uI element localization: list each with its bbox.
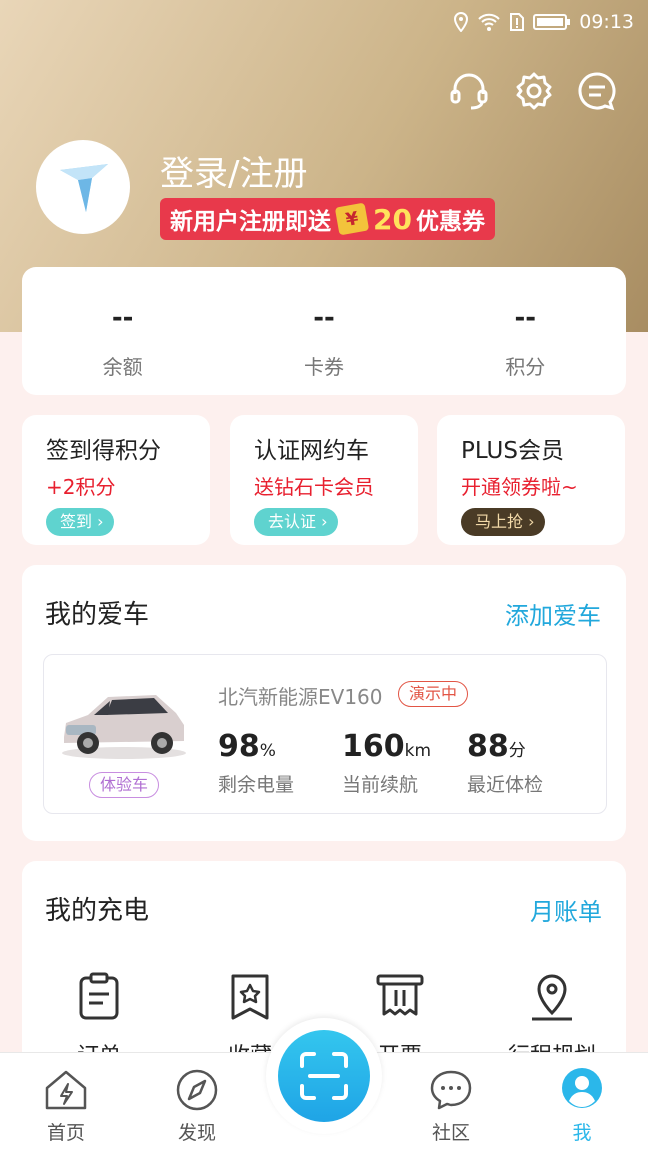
customer-service-icon[interactable] — [448, 70, 490, 112]
compass-icon — [176, 1069, 218, 1111]
user-icon — [562, 1068, 602, 1108]
promo-card-subtitle: 送钻石卡会员 — [254, 475, 374, 499]
car-stat-value: 98 — [218, 729, 260, 764]
demo-status-badge: 演示中 — [398, 681, 469, 707]
scan-icon — [300, 1052, 348, 1100]
chevron-right-icon: › — [321, 512, 328, 531]
car-model-name: 北汽新能源EV160 — [218, 685, 383, 709]
car-stat-unit: 分 — [508, 741, 526, 761]
tab-home[interactable]: 首页 — [21, 1068, 111, 1145]
scan-circle — [278, 1030, 370, 1122]
settings-gear-icon[interactable] — [513, 70, 555, 112]
stat-label: 卡券 — [303, 355, 344, 379]
tab-label: 社区 — [431, 1122, 470, 1144]
stat-label: 积分 — [505, 355, 546, 379]
coupon-icon: ¥ — [334, 202, 370, 236]
wifi-icon — [478, 13, 500, 31]
button-label: 去认证 — [268, 512, 317, 531]
my-car-title: 我的爱车 — [45, 600, 150, 630]
car-stat-range: 160km 当前续航 — [342, 729, 431, 797]
car-stat-unit: % — [259, 741, 276, 761]
car-stat-checkup: 88分 最近体检 — [467, 729, 543, 797]
promo-card-title: 签到得积分 — [46, 438, 161, 464]
promo-card-title: PLUS会员 — [461, 438, 564, 464]
stat-balance[interactable]: -- 余额 — [22, 267, 223, 395]
location-pin-icon — [532, 974, 572, 1021]
car-stat-value: 88 — [467, 729, 509, 764]
account-stats-card: -- 余额 -- 卡券 -- 积分 — [22, 267, 626, 395]
promo-card-plus[interactable]: PLUS会员 开通领券啦~ 马上抢 › — [437, 415, 625, 545]
car-stat-battery: 98% 剩余电量 — [218, 729, 294, 797]
status-bar: 09:13 — [453, 8, 634, 36]
chevron-right-icon: › — [97, 512, 104, 531]
location-icon — [454, 12, 469, 32]
checkin-button[interactable]: 签到 › — [46, 508, 114, 536]
promo-card-subtitle: +2积分 — [46, 475, 116, 499]
login-register-link[interactable]: 登录/注册 — [160, 146, 307, 195]
tab-community[interactable]: 社区 — [406, 1068, 496, 1145]
invoice-icon — [376, 974, 424, 1016]
chat-bubble-icon — [430, 1070, 472, 1110]
grab-now-button[interactable]: 马上抢 › — [461, 508, 545, 536]
car-stat-value: 160 — [342, 729, 405, 764]
stat-coupons[interactable]: -- 卡券 — [223, 267, 424, 395]
stat-value: -- — [111, 303, 134, 333]
car-stat-label: 剩余电量 — [218, 774, 295, 796]
verify-button[interactable]: 去认证 › — [254, 508, 338, 536]
car-image — [62, 695, 186, 759]
status-time: 09:13 — [579, 11, 634, 33]
sim-alert-icon — [510, 13, 525, 31]
add-car-link[interactable]: 添加爱车 — [505, 596, 601, 631]
promo-card-title: 认证网约车 — [254, 438, 369, 464]
stat-value: -- — [313, 303, 335, 333]
avatar[interactable] — [36, 140, 130, 234]
stat-value: -- — [514, 303, 537, 333]
tab-label: 首页 — [46, 1122, 85, 1144]
tab-me[interactable]: 我 — [537, 1068, 627, 1145]
tab-label: 发现 — [177, 1122, 216, 1144]
button-label: 签到 — [60, 512, 93, 531]
brand-logo-icon — [60, 164, 108, 212]
stat-points[interactable]: -- 积分 — [425, 267, 626, 395]
car-item[interactable]: 体验车 北汽新能源EV160 演示中 98% 剩余电量 160km 当前续航 8… — [43, 654, 607, 814]
car-stat-unit: km — [404, 741, 432, 761]
scan-button[interactable] — [266, 1018, 382, 1134]
clipboard-icon — [79, 972, 119, 1020]
trial-car-tag: 体验车 — [89, 772, 159, 798]
message-icon[interactable] — [576, 70, 618, 112]
bookmark-star-icon — [231, 974, 269, 1020]
car-stat-label: 当前续航 — [342, 774, 419, 796]
promo-card-checkin[interactable]: 签到得积分 +2积分 签到 › — [22, 415, 210, 545]
promo-card-subtitle: 开通领券啦~ — [461, 475, 578, 499]
tab-discover[interactable]: 发现 — [152, 1068, 242, 1145]
new-user-promo-banner[interactable]: 新用户注册即送 ¥ 20 优惠券 — [160, 198, 495, 240]
tab-label: 我 — [572, 1122, 592, 1144]
monthly-bill-link[interactable]: 月账单 — [530, 892, 602, 927]
battery-icon — [533, 14, 571, 30]
chevron-right-icon: › — [528, 512, 535, 531]
promo-amount: 20 — [373, 202, 412, 236]
my-charging-title: 我的充电 — [45, 896, 150, 926]
promo-card-verify[interactable]: 认证网约车 送钻石卡会员 去认证 › — [230, 415, 418, 545]
stat-label: 余额 — [102, 355, 143, 379]
home-icon — [45, 1070, 87, 1110]
car-stat-label: 最近体检 — [467, 774, 544, 796]
promo-suffix: 优惠券 — [415, 209, 485, 235]
button-label: 马上抢 — [475, 512, 524, 531]
promo-text: 新用户注册即送 — [170, 209, 331, 235]
